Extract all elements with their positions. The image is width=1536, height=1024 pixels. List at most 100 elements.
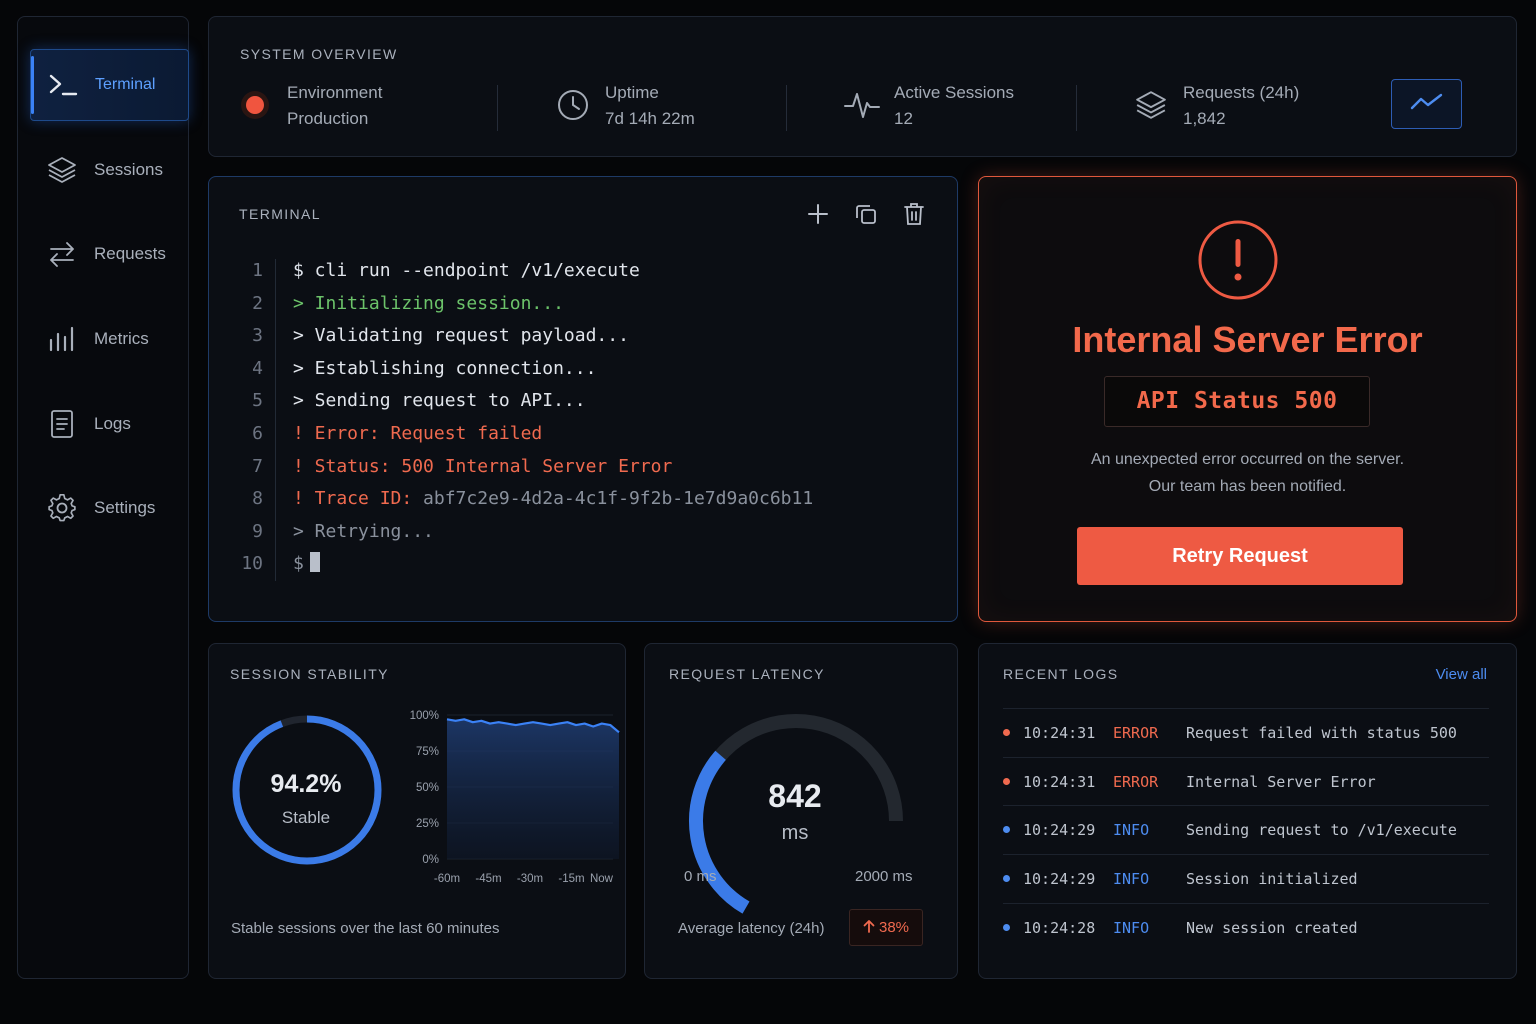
line-number: 9 — [252, 520, 263, 542]
x-tick-label: -45m — [475, 873, 501, 885]
y-tick-label: 100% — [410, 710, 439, 722]
x-tick-label: -60m — [434, 873, 460, 885]
pulse-icon — [844, 87, 880, 123]
recent-logs-card: RECENT LOGS View all 10:24:31 ERROR Reques… — [978, 643, 1517, 979]
plus-icon[interactable] — [805, 201, 831, 227]
log-message: Session initialized — [1186, 870, 1358, 889]
card-title: SESSION STABILITY — [230, 666, 389, 682]
card-title: REQUEST LATENCY — [669, 666, 825, 682]
log-row[interactable]: 10:24:29 INFO Session initialized — [1003, 854, 1489, 903]
sidebar-item-requests[interactable]: Requests — [30, 218, 189, 290]
terminal-panel: TERMINAL 1 $ cli run --endpoint /v1/execu… — [208, 176, 958, 622]
line-gutter — [275, 259, 276, 581]
sidebar-item-sessions[interactable]: Sessions — [30, 134, 189, 206]
y-tick-label: 25% — [416, 818, 439, 830]
stat-label: Requests (24h) — [1183, 83, 1300, 102]
gauge-max-label: 2000 ms — [855, 868, 913, 885]
sidebar-item-label: Settings — [94, 498, 156, 517]
card-footer: Stable sessions over the last 60 minutes — [231, 920, 500, 937]
change-badge: 38% — [849, 909, 923, 946]
divider — [1076, 85, 1077, 131]
log-row[interactable]: 10:24:31 ERROR Internal Server Error — [1003, 756, 1489, 806]
line-number: 10 — [241, 553, 263, 575]
stability-value: 94.2% — [270, 770, 342, 798]
alert-icon — [1197, 219, 1279, 301]
line-number: 6 — [252, 422, 263, 444]
line-text: > Sending request to API... — [293, 390, 586, 412]
arrows-exchange-icon — [44, 236, 80, 272]
arrow-up-icon — [863, 919, 875, 937]
error-message: Our team has been notified. — [1148, 478, 1347, 495]
trace-label: ! Trace ID: — [293, 488, 424, 510]
stat-value: Production — [287, 109, 369, 128]
line-number: 2 — [252, 292, 263, 314]
log-message: Request failed with status 500 — [1186, 724, 1457, 742]
copy-icon[interactable] — [853, 201, 879, 227]
line-text: $ cli run --endpoint /v1/execute — [293, 260, 640, 281]
stat-label: Environment — [287, 83, 383, 102]
log-level-dot — [1003, 729, 1010, 736]
sidebar-item-label: Terminal — [95, 76, 156, 93]
line-text: ! Error: Request failed — [293, 422, 543, 444]
log-time: 10:24:28 — [1023, 918, 1096, 937]
log-message: New session created — [1186, 918, 1358, 937]
line-text: > Initializing session... — [293, 292, 564, 314]
overview-title: SYSTEM OVERVIEW — [240, 46, 398, 62]
sidebar: Terminal Sessions Requests Metrics Logs … — [17, 16, 189, 979]
status-badge: API Status 500 — [1104, 376, 1370, 427]
line-number: 8 — [252, 488, 263, 510]
bar-chart-icon — [44, 321, 80, 357]
trash-icon[interactable] — [901, 201, 927, 227]
error-message: An unexpected error occurred on the serv… — [1090, 451, 1405, 468]
text-cursor — [309, 552, 320, 573]
view-all-link[interactable]: View all — [1436, 666, 1487, 683]
x-tick-label: Now — [590, 873, 614, 885]
stat-value: 12 — [894, 109, 913, 128]
line-number: 1 — [252, 260, 263, 281]
error-card: Internal Server Error API Status 500 An … — [978, 176, 1517, 622]
retry-request-button[interactable]: Retry Request — [1077, 527, 1403, 585]
stat-value: 7d 14h 22m — [605, 109, 695, 128]
clock-icon — [555, 87, 591, 123]
log-row[interactable]: 10:24:29 INFO Sending request to /v1/execu… — [1003, 805, 1489, 854]
line-number: 4 — [252, 357, 263, 379]
stat-value: 1,842 — [1183, 109, 1226, 128]
latency-value: 842 — [768, 778, 822, 814]
log-level: INFO — [1113, 918, 1150, 937]
sidebar-item-terminal[interactable]: Terminal — [30, 49, 189, 121]
stability-chart: 100% 75% 50% 25% 0% -60m -45m -30m -15m Now — [410, 710, 620, 885]
line-number: 7 — [252, 455, 263, 477]
log-level-dot — [1003, 875, 1010, 883]
card-title: RECENT LOGS — [1003, 666, 1119, 682]
request-latency-card: REQUEST LATENCY 842 ms 0 ms 2000 ms Aver… — [644, 643, 958, 979]
sidebar-item-label: Metrics — [94, 329, 149, 348]
error-title: Internal Server Error — [1072, 319, 1423, 360]
log-level: INFO — [1113, 821, 1150, 840]
log-level: ERROR — [1113, 724, 1159, 742]
log-row[interactable]: 10:24:31 ERROR Request failed with status … — [1003, 708, 1489, 757]
layers-icon — [44, 152, 80, 188]
gauge-min-label: 0 ms — [684, 868, 717, 885]
log-level-dot — [1003, 777, 1010, 785]
line-text: ! Status: 500 Internal Server Error — [293, 455, 673, 477]
session-stability-card: SESSION STABILITY 94.2% Stable 100% 75% 50… — [208, 643, 626, 979]
sidebar-item-metrics[interactable]: Metrics — [30, 303, 189, 375]
line-number: 3 — [252, 325, 263, 347]
sidebar-item-settings[interactable]: Settings — [30, 472, 189, 544]
log-level: ERROR — [1113, 772, 1159, 791]
chart-view-button[interactable] — [1391, 79, 1462, 129]
stat-label: Active Sessions — [894, 83, 1014, 102]
log-message: Internal Server Error — [1186, 772, 1376, 791]
line-text: > Retrying... — [293, 520, 434, 542]
y-tick-label: 0% — [422, 854, 439, 866]
terminal-title: TERMINAL — [239, 206, 321, 222]
prompt: $ — [293, 553, 304, 575]
x-tick-label: -30m — [517, 873, 543, 885]
divider — [497, 85, 498, 131]
divider — [786, 85, 787, 131]
latency-unit: ms — [781, 822, 809, 844]
log-row[interactable]: 10:24:28 INFO New session created — [1003, 902, 1489, 952]
log-time: 10:24:29 — [1023, 821, 1096, 840]
sidebar-item-logs[interactable]: Logs — [30, 388, 189, 460]
trace-id: abf7c2e9-4d2a-4c1f-9f2b-1e7d9a0c6b11 — [423, 488, 814, 510]
